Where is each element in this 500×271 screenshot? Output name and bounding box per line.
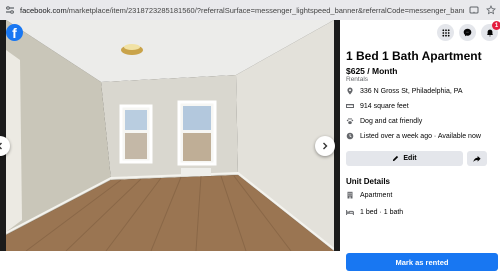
unit-type-text: Apartment: [360, 191, 393, 199]
detail-size: 914 square feet: [346, 102, 409, 110]
bell-icon: [486, 29, 493, 36]
ruler-icon: [346, 102, 354, 110]
listing-photo: [6, 20, 334, 251]
facebook-logo[interactable]: f: [6, 24, 23, 41]
share-listing-button[interactable]: [467, 151, 487, 166]
edit-label: Edit: [403, 155, 417, 162]
detail-pets: Dog and cat friendly: [346, 117, 422, 125]
bed-icon: [346, 208, 354, 216]
messenger-button[interactable]: [459, 24, 476, 41]
unit-type: Apartment: [346, 191, 392, 199]
site-settings-icon[interactable]: [4, 4, 16, 16]
chevron-right-icon: [323, 142, 328, 150]
unit-rooms: 1 bed · 1 bath: [346, 208, 403, 216]
menu-grid-button[interactable]: [437, 24, 454, 41]
share-arrow-icon: [473, 155, 481, 162]
paw-icon: [346, 117, 354, 125]
notification-badge: 1: [492, 21, 500, 30]
bookmark-star-icon[interactable]: [485, 5, 496, 16]
listing-category[interactable]: Rentals: [346, 76, 368, 83]
detail-pets-text: Dog and cat friendly: [360, 117, 423, 125]
url-host: facebook.com: [20, 5, 67, 15]
unit-details-heading: Unit Details: [346, 177, 391, 186]
messenger-icon: [463, 28, 472, 37]
browser-toolbar: facebook.com/marketplace/item/2318723285…: [0, 0, 500, 20]
detail-location: 336 N Gross St, Philadelphia, PA: [346, 87, 463, 95]
next-photo-button[interactable]: [315, 136, 335, 156]
url-path: /marketplace/item/2318723285181560/?refe…: [66, 5, 464, 15]
pencil-icon: [393, 155, 399, 162]
clock-icon: [346, 132, 354, 140]
detail-listed: Listed over a week ago · Available now: [346, 132, 481, 140]
listing-title: 1 Bed 1 Bath Apartment: [346, 49, 482, 63]
listing-details-panel: 1 1 Bed 1 Bath Apartment $625 / Month Re…: [340, 20, 500, 271]
address-bar[interactable]: facebook.com/marketplace/item/2318723285…: [20, 6, 464, 15]
notifications-button[interactable]: 1: [481, 21, 500, 41]
location-pin-icon: [346, 87, 354, 95]
listing-price: $625 / Month: [346, 66, 398, 76]
edit-listing-button[interactable]: Edit: [346, 151, 463, 166]
building-icon: [346, 191, 354, 199]
listing-photo-viewer: f: [0, 20, 340, 251]
grid-icon: [441, 28, 450, 37]
unit-rooms-text: 1 bed · 1 bath: [360, 208, 404, 216]
mark-as-rented-button[interactable]: Mark as rented: [346, 253, 498, 271]
detail-listed-text: Listed over a week ago · Available now: [360, 132, 481, 140]
detail-location-text: 336 N Gross St, Philadelphia, PA: [360, 87, 463, 95]
cast-icon[interactable]: [468, 5, 479, 16]
chevron-left-icon: [0, 142, 2, 150]
detail-size-text: 914 square feet: [360, 102, 409, 110]
